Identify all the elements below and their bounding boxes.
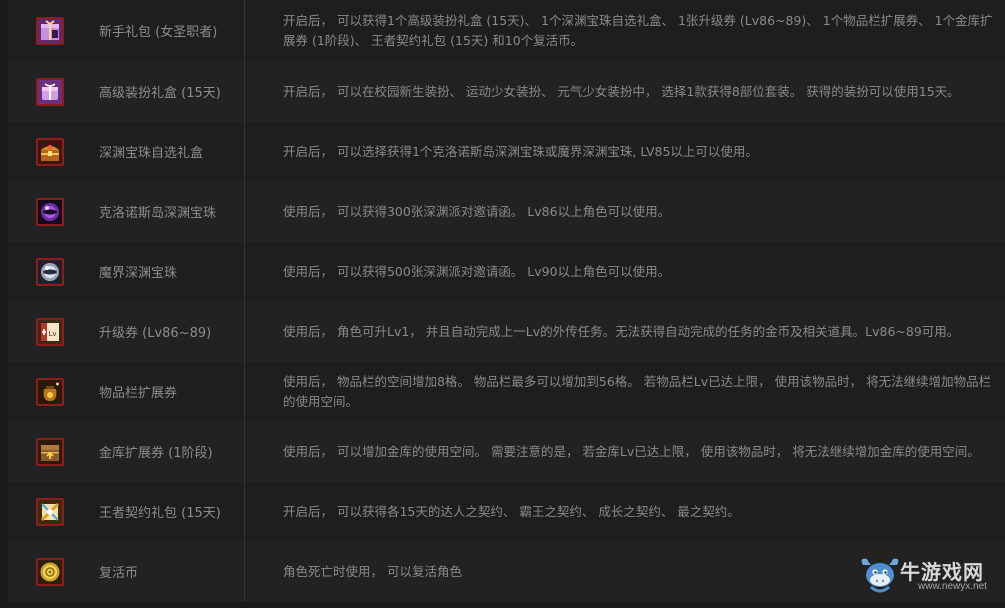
table-row: 复活币 角色死亡时使用， 可以复活角色	[8, 542, 1005, 602]
icon-cell	[8, 122, 92, 181]
table-row: 深渊宝珠自选礼盒 开启后， 可以选择获得1个克洛诺斯岛深渊宝珠或魔界深渊宝珠, …	[8, 122, 1005, 182]
icon-cell	[8, 0, 92, 61]
column-divider	[244, 122, 245, 181]
column-divider	[244, 362, 245, 421]
item-name: 升级券 (Lv86~89)	[99, 326, 212, 341]
item-description: 开启后， 可以获得各15天的达人之契约、 霸王之契约、 成长之契约、 最之契约。	[283, 503, 740, 519]
item-name: 深渊宝珠自选礼盒	[99, 146, 204, 161]
item-name: 魔界深渊宝珠	[99, 266, 178, 281]
item-name: 克洛诺斯岛深渊宝珠	[99, 206, 217, 221]
icon-cell	[8, 422, 92, 481]
item-description: 开启后， 可以选择获得1个克洛诺斯岛深渊宝珠或魔界深渊宝珠, LV85以上可以使…	[283, 143, 758, 159]
item-name: 高级装扮礼盒 (15天)	[99, 86, 221, 101]
column-divider	[244, 422, 245, 481]
table-row: 金库扩展券 (1阶段) 使用后， 可以增加金库的使用空间。 需要注意的是， 若金…	[8, 422, 1005, 482]
item-name: 复活币	[99, 566, 139, 581]
icon-cell	[8, 182, 92, 241]
item-description: 开启后， 可以在校园新生装扮、 运动少女装扮、 元气少女装扮中， 选择1款获得8…	[283, 83, 960, 99]
item-name: 金库扩展券 (1阶段)	[99, 446, 213, 461]
column-divider	[244, 302, 245, 361]
column-divider	[244, 482, 245, 541]
icon-cell	[8, 482, 92, 541]
contract-pack-icon	[36, 497, 64, 526]
inventory-bag-icon	[36, 377, 64, 406]
item-description: 使用后， 可以增加金库的使用空间。 需要注意的是， 若金库Lv已达上限， 使用该…	[283, 443, 980, 459]
purple-abyss-orb-icon	[36, 197, 64, 226]
table-row: 魔界深渊宝珠 使用后， 可以获得500张深渊派对邀请函。 Lv90以上角色可以使…	[8, 242, 1005, 302]
column-divider	[244, 242, 245, 301]
treasure-chest-icon	[36, 137, 64, 166]
item-description: 使用后， 可以获得300张深渊派对邀请函。 Lv86以上角色可以使用。	[283, 203, 671, 219]
column-divider	[244, 182, 245, 241]
item-table: 新手礼包 (女圣职者) 开启后， 可以获得1个高级装扮礼盒 (15天)、 1个深…	[8, 0, 1005, 604]
table-row: 高级装扮礼盒 (15天) 开启后， 可以在校园新生装扮、 运动少女装扮、 元气少…	[8, 62, 1005, 122]
item-name: 物品栏扩展券	[99, 386, 178, 401]
female-mage-gift-icon	[36, 16, 64, 45]
column-divider	[244, 0, 245, 61]
item-description: 角色死亡时使用， 可以复活角色	[283, 563, 462, 579]
item-description: 使用后， 物品栏的空间增加8格。 物品栏最多可以增加到56格。 若物品栏Lv已达…	[283, 373, 992, 409]
icon-cell	[8, 362, 92, 421]
level-up-ticket-icon: Lv	[36, 317, 64, 346]
column-divider	[244, 62, 245, 121]
table-row: 物品栏扩展券 使用后， 物品栏的空间增加8格。 物品栏最多可以增加到56格。 若…	[8, 362, 1005, 422]
table-row: 王者契约礼包 (15天) 开启后， 可以获得各15天的达人之契约、 霸王之契约、…	[8, 482, 1005, 542]
table-row: 新手礼包 (女圣职者) 开启后， 可以获得1个高级装扮礼盒 (15天)、 1个深…	[8, 0, 1005, 62]
storage-chest-icon	[36, 437, 64, 466]
avatar-gift-box-icon	[36, 77, 64, 106]
item-description: 开启后， 可以获得1个高级装扮礼盒 (15天)、 1个深渊宝珠自选礼盒、 1张升…	[283, 12, 993, 48]
white-abyss-orb-icon	[36, 257, 64, 286]
table-row: Lv 升级券 (Lv86~89) 使用后， 角色可升Lv1， 并且自动完成上一L…	[8, 302, 1005, 362]
svg-text:Lv: Lv	[49, 330, 57, 338]
icon-cell	[8, 242, 92, 301]
icon-cell	[8, 62, 92, 121]
revival-coin-icon	[36, 557, 64, 586]
icon-cell: Lv	[8, 302, 92, 361]
column-divider	[244, 542, 245, 601]
table-row: 克洛诺斯岛深渊宝珠 使用后， 可以获得300张深渊派对邀请函。 Lv86以上角色…	[8, 182, 1005, 242]
item-name: 王者契约礼包 (15天)	[99, 506, 221, 521]
item-description: 使用后， 可以获得500张深渊派对邀请函。 Lv90以上角色可以使用。	[283, 263, 671, 279]
icon-cell	[8, 542, 92, 601]
item-name: 新手礼包 (女圣职者)	[99, 25, 218, 40]
item-description: 使用后， 角色可升Lv1， 并且自动完成上一Lv的外传任务。无法获得自动完成的任…	[283, 323, 960, 339]
